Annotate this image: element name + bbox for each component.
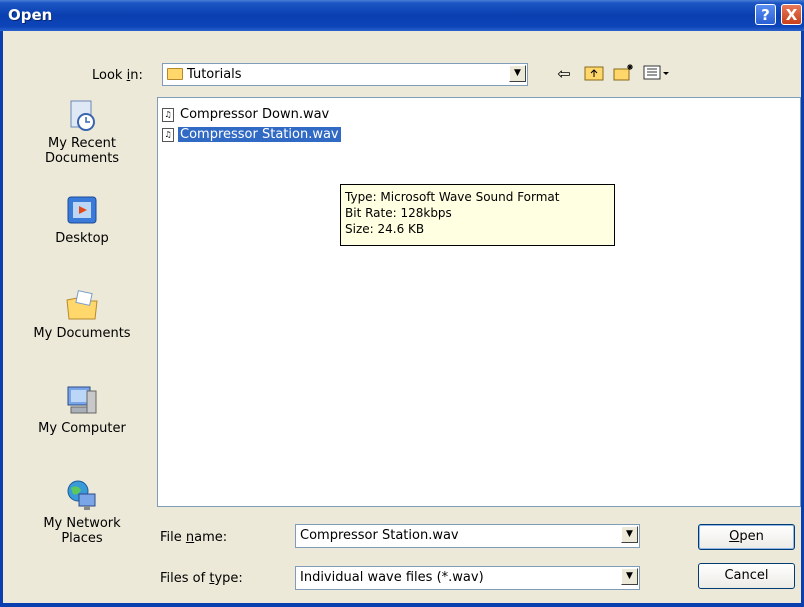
file-type-label: Files of type:: [160, 571, 243, 586]
window-title: Open: [8, 6, 53, 24]
folder-icon: [167, 68, 183, 80]
list-item[interactable]: ♫ Compressor Down.wav: [162, 106, 331, 124]
window-frame-bottom: [0, 603, 804, 607]
recent-documents-icon: [65, 98, 99, 132]
wave-file-icon: ♫: [162, 127, 174, 142]
tooltip-type: Type: Microsoft Wave Sound Format: [345, 190, 560, 204]
file-type-dropdown[interactable]: Individual wave files (*.wav) ▼: [295, 566, 640, 590]
help-button[interactable]: ?: [755, 4, 776, 25]
cancel-button[interactable]: Cancel: [698, 563, 795, 589]
wave-file-icon: ♫: [162, 107, 174, 122]
tooltip-bitrate: Bit Rate: 128kbps: [345, 206, 452, 220]
look-in-dropdown[interactable]: Tutorials ▼: [162, 63, 528, 86]
network-places-icon: [65, 478, 99, 512]
list-item[interactable]: ♫ Compressor Station.wav: [162, 126, 341, 144]
place-my-documents[interactable]: My Documents: [30, 288, 134, 341]
back-icon[interactable]: ⇦: [553, 63, 575, 85]
tooltip-size: Size: 24.6 KB: [345, 222, 425, 236]
views-menu-icon[interactable]: [642, 63, 672, 85]
place-my-network-places[interactable]: My Network Places: [30, 478, 134, 546]
look-in-value: Tutorials: [187, 67, 242, 82]
place-my-computer[interactable]: My Computer: [30, 383, 134, 436]
chevron-down-icon[interactable]: ▼: [621, 568, 638, 585]
desktop-icon: [65, 193, 99, 227]
close-button[interactable]: X: [781, 4, 802, 25]
new-folder-icon[interactable]: [613, 63, 635, 85]
my-documents-icon: [65, 288, 99, 322]
file-name-value: Compressor Station.wav: [300, 528, 459, 543]
my-computer-icon: [65, 383, 99, 417]
place-my-recent-documents[interactable]: My Recent Documents: [30, 98, 134, 166]
look-in-label: Look in:: [92, 68, 143, 83]
up-folder-icon[interactable]: [583, 63, 605, 85]
window-frame-left: [0, 31, 3, 607]
file-list[interactable]: ♫ Compressor Down.wav ♫ Compressor Station…: [157, 97, 801, 507]
open-button[interactable]: Open: [698, 524, 795, 550]
place-desktop[interactable]: Desktop: [30, 193, 134, 246]
file-info-tooltip: Type: Microsoft Wave Sound Format Bit Ra…: [340, 184, 615, 246]
file-name-label: File name:: [160, 530, 228, 545]
chevron-down-icon[interactable]: ▼: [509, 65, 526, 82]
file-name-input[interactable]: Compressor Station.wav ▼: [295, 524, 640, 548]
title-bar[interactable]: Open ? X: [0, 0, 804, 31]
file-type-value: Individual wave files (*.wav): [300, 570, 484, 585]
chevron-down-icon[interactable]: ▼: [621, 526, 638, 543]
